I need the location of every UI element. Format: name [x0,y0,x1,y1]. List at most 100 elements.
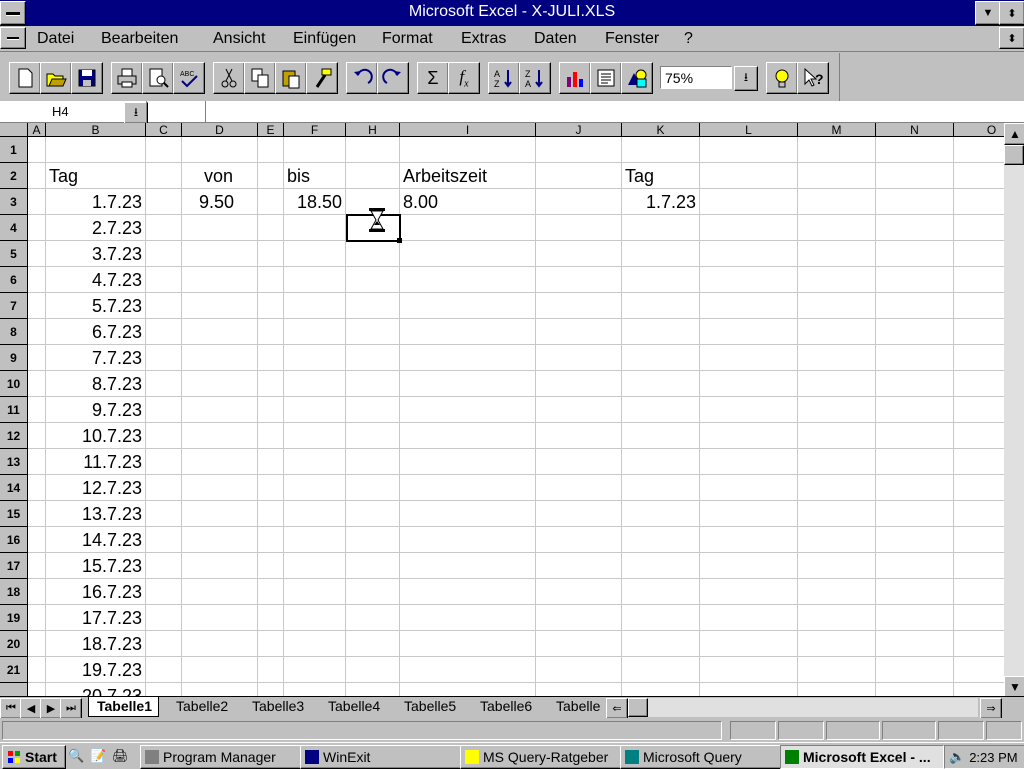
cell-b6[interactable]: 4.7.23 [46,267,142,293]
task-ms-query-ratgeber[interactable]: MS Query-Ratgeber [460,745,622,769]
cell-b21[interactable]: 19.7.23 [46,657,142,683]
sheet-tab-tabelle5[interactable]: Tabelle5 [396,697,462,717]
scroll-up-button[interactable]: ▲ [1004,123,1024,145]
column-header-b[interactable]: B [46,123,146,137]
fill-handle[interactable] [397,238,402,243]
column-header-a[interactable]: A [28,123,46,137]
sort-descending-button[interactable]: ZA [519,62,551,94]
row-header-11[interactable]: 11 [0,397,28,423]
column-header-k[interactable]: K [622,123,700,137]
select-all-corner[interactable] [0,123,28,137]
row-header-12[interactable]: 12 [0,423,28,449]
row-header-16[interactable]: 16 [0,527,28,553]
scroll-thumb[interactable] [1004,145,1024,165]
new-button[interactable] [9,62,41,94]
column-header-l[interactable]: L [700,123,798,137]
cell-b14[interactable]: 12.7.23 [46,475,142,501]
task-winexit[interactable]: WinExit [300,745,462,769]
hscroll-left-button[interactable]: ⇐ [606,698,628,719]
redo-button[interactable] [377,62,409,94]
minimize-button[interactable]: ▼ [975,1,1001,25]
cell-b3[interactable]: 1.7.23 [46,189,142,215]
cell-b13[interactable]: 11.7.23 [46,449,142,475]
menu-bearbeiten[interactable]: Bearbeiten [101,30,178,48]
cell-b18[interactable]: 16.7.23 [46,579,142,605]
undo-button[interactable] [346,62,378,94]
first-sheet-button[interactable]: ⏮ [0,698,22,719]
menu-einfuegen[interactable]: Einfügen [293,30,356,48]
sort-ascending-button[interactable]: AZ [488,62,520,94]
row-header-10[interactable]: 10 [0,371,28,397]
document-menu-button[interactable] [0,27,26,49]
cell-b11[interactable]: 9.7.23 [46,397,142,423]
menu-format[interactable]: Format [382,30,433,48]
sheet-tab-tabelle2[interactable]: Tabelle2 [168,697,234,717]
next-sheet-button[interactable]: ▶ [40,698,62,719]
column-header-m[interactable]: M [798,123,876,137]
text-box-button[interactable] [590,62,622,94]
row-header-14[interactable]: 14 [0,475,28,501]
row-header-17[interactable]: 17 [0,553,28,579]
cell-i3[interactable]: 8.00 [403,189,438,215]
column-header-f[interactable]: F [284,123,346,137]
save-button[interactable] [71,62,103,94]
name-box-dropdown-button[interactable]: ⭳ [124,102,148,124]
cell-b8[interactable]: 6.7.23 [46,319,142,345]
task-program-manager[interactable]: Program Manager [140,745,302,769]
row-header-13[interactable]: 13 [0,449,28,475]
row-header-6[interactable]: 6 [0,267,28,293]
maximize-button[interactable]: ⬍ [999,1,1024,25]
menu-ansicht[interactable]: Ansicht [213,30,265,48]
row-header-5[interactable]: 5 [0,241,28,267]
zoom-dropdown-button[interactable]: ⭳ [734,66,758,91]
cell-b20[interactable]: 18.7.23 [46,631,142,657]
row-header-3[interactable]: 3 [0,189,28,215]
row-header-20[interactable]: 20 [0,631,28,657]
open-button[interactable] [40,62,72,94]
notepad-icon[interactable]: 📝 [90,748,106,764]
row-header-1[interactable]: 1 [0,137,28,163]
row-header-21[interactable]: 21 [0,657,28,683]
menu-daten[interactable]: Daten [534,30,577,48]
cell-k3[interactable]: 1.7.23 [622,189,696,215]
cell-b17[interactable]: 15.7.23 [46,553,142,579]
chart-wizard-button[interactable] [559,62,591,94]
row-header-2[interactable]: 2 [0,163,28,189]
cut-button[interactable] [213,62,245,94]
cell-b2[interactable]: Tag [49,163,78,189]
prev-sheet-button[interactable]: ◀ [20,698,42,719]
hscroll-track[interactable] [648,698,978,717]
cell-b15[interactable]: 13.7.23 [46,501,142,527]
sheet-tab-tabelle4[interactable]: Tabelle4 [320,697,386,717]
row-header-partial[interactable] [0,683,28,696]
menu-extras[interactable]: Extras [461,30,506,48]
cell-f3[interactable]: 18.50 [284,189,342,215]
menu-fenster[interactable]: Fenster [605,30,659,48]
task-microsoft-query[interactable]: Microsoft Query [620,745,782,769]
worksheet-grid[interactable]: ABCDEFHIJKLMNO 1 2 3 4 5 6 7 8 9 10 11 12 13 14 15 16 17… [0,123,1004,696]
sheet-tab-tabelle7[interactable]: Tabelle [548,697,604,717]
copy-button[interactable] [244,62,276,94]
cell-d2[interactable]: von [204,163,233,189]
column-header-j[interactable]: J [536,123,622,137]
row-header-7[interactable]: 7 [0,293,28,319]
format-painter-button[interactable] [306,62,338,94]
hscroll-right-button[interactable]: ⇒ [980,698,1002,719]
hscroll-thumb[interactable] [628,698,648,717]
cell-k2[interactable]: Tag [625,163,654,189]
row-header-9[interactable]: 9 [0,345,28,371]
cell-b9[interactable]: 7.7.23 [46,345,142,371]
find-icon[interactable]: 🔍 [68,748,84,764]
menu-help[interactable]: ? [684,30,693,48]
row-header-8[interactable]: 8 [0,319,28,345]
cell-b16[interactable]: 14.7.23 [46,527,142,553]
formula-input[interactable] [208,103,998,121]
volume-icon[interactable]: 🔈 [949,749,965,765]
printer-icon[interactable]: 🖨 [112,748,129,764]
start-button[interactable]: Start [2,745,66,769]
column-header-c[interactable]: C [146,123,182,137]
name-box[interactable]: H4 [0,101,124,123]
row-header-19[interactable]: 19 [0,605,28,631]
last-sheet-button[interactable]: ⏭ [60,698,82,719]
column-header-n[interactable]: N [876,123,954,137]
